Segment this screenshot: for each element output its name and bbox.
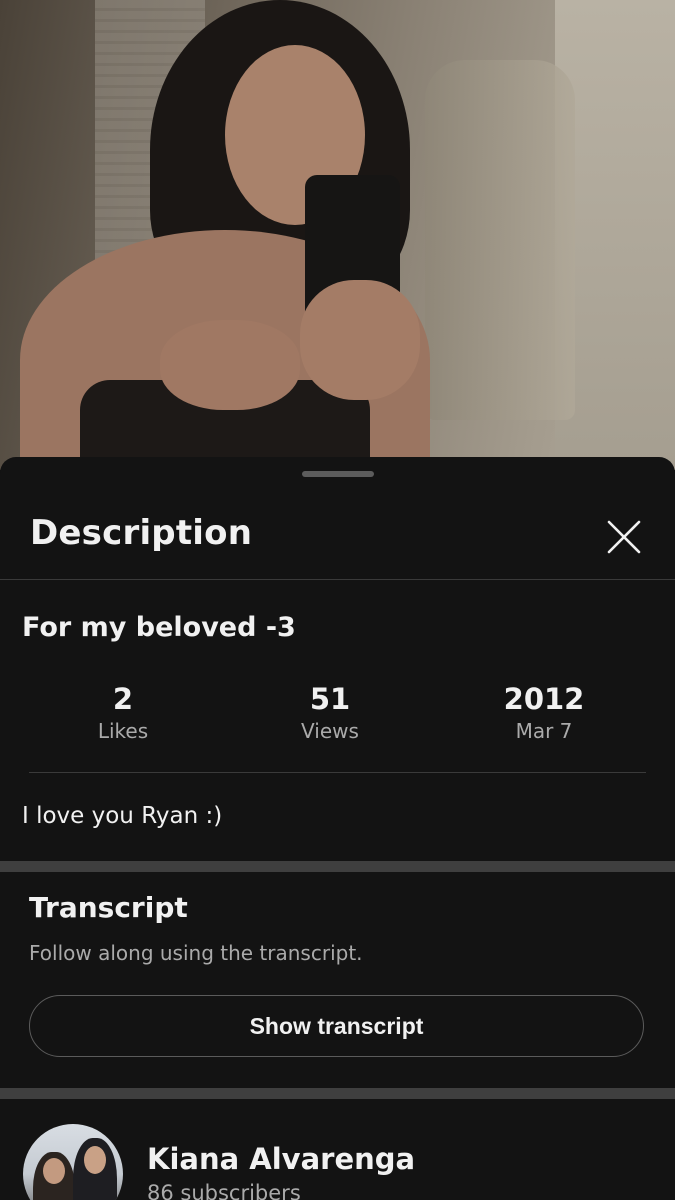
header-divider (0, 579, 675, 580)
stats-divider (29, 772, 646, 773)
avatar-face (84, 1146, 106, 1174)
date-stat: 2012 Mar 7 (444, 681, 644, 743)
description-sheet: Description For my beloved -3 2 Likes 51… (0, 457, 675, 1200)
section-separator (0, 1088, 675, 1099)
avatar-face (43, 1158, 65, 1184)
upload-date: Mar 7 (515, 719, 573, 743)
video-background-towel (425, 60, 575, 420)
video-subject-hand (160, 320, 300, 410)
close-icon (607, 520, 641, 554)
likes-stat: 2 Likes (23, 681, 223, 743)
video-title: For my beloved -3 (22, 612, 296, 643)
section-separator (0, 861, 675, 872)
drag-handle[interactable] (302, 471, 374, 477)
sheet-title: Description (30, 513, 253, 553)
video-player[interactable] (0, 0, 675, 470)
channel-name[interactable]: Kiana Alvarenga (147, 1142, 415, 1176)
likes-label: Likes (97, 719, 149, 743)
show-transcript-button[interactable]: Show transcript (29, 995, 644, 1057)
views-count: 51 (309, 682, 351, 716)
channel-avatar[interactable] (23, 1124, 123, 1200)
video-subject-hand (300, 280, 420, 400)
close-button[interactable] (600, 513, 648, 561)
subscriber-count: 86 subscribers (147, 1181, 301, 1200)
views-stat: 51 Views (230, 681, 430, 743)
description-text: I love you Ryan :) (22, 803, 223, 829)
transcript-subtitle: Follow along using the transcript. (29, 941, 363, 965)
views-label: Views (301, 719, 359, 743)
upload-year: 2012 (503, 682, 585, 716)
transcript-title: Transcript (29, 891, 188, 924)
likes-count: 2 (112, 682, 134, 716)
